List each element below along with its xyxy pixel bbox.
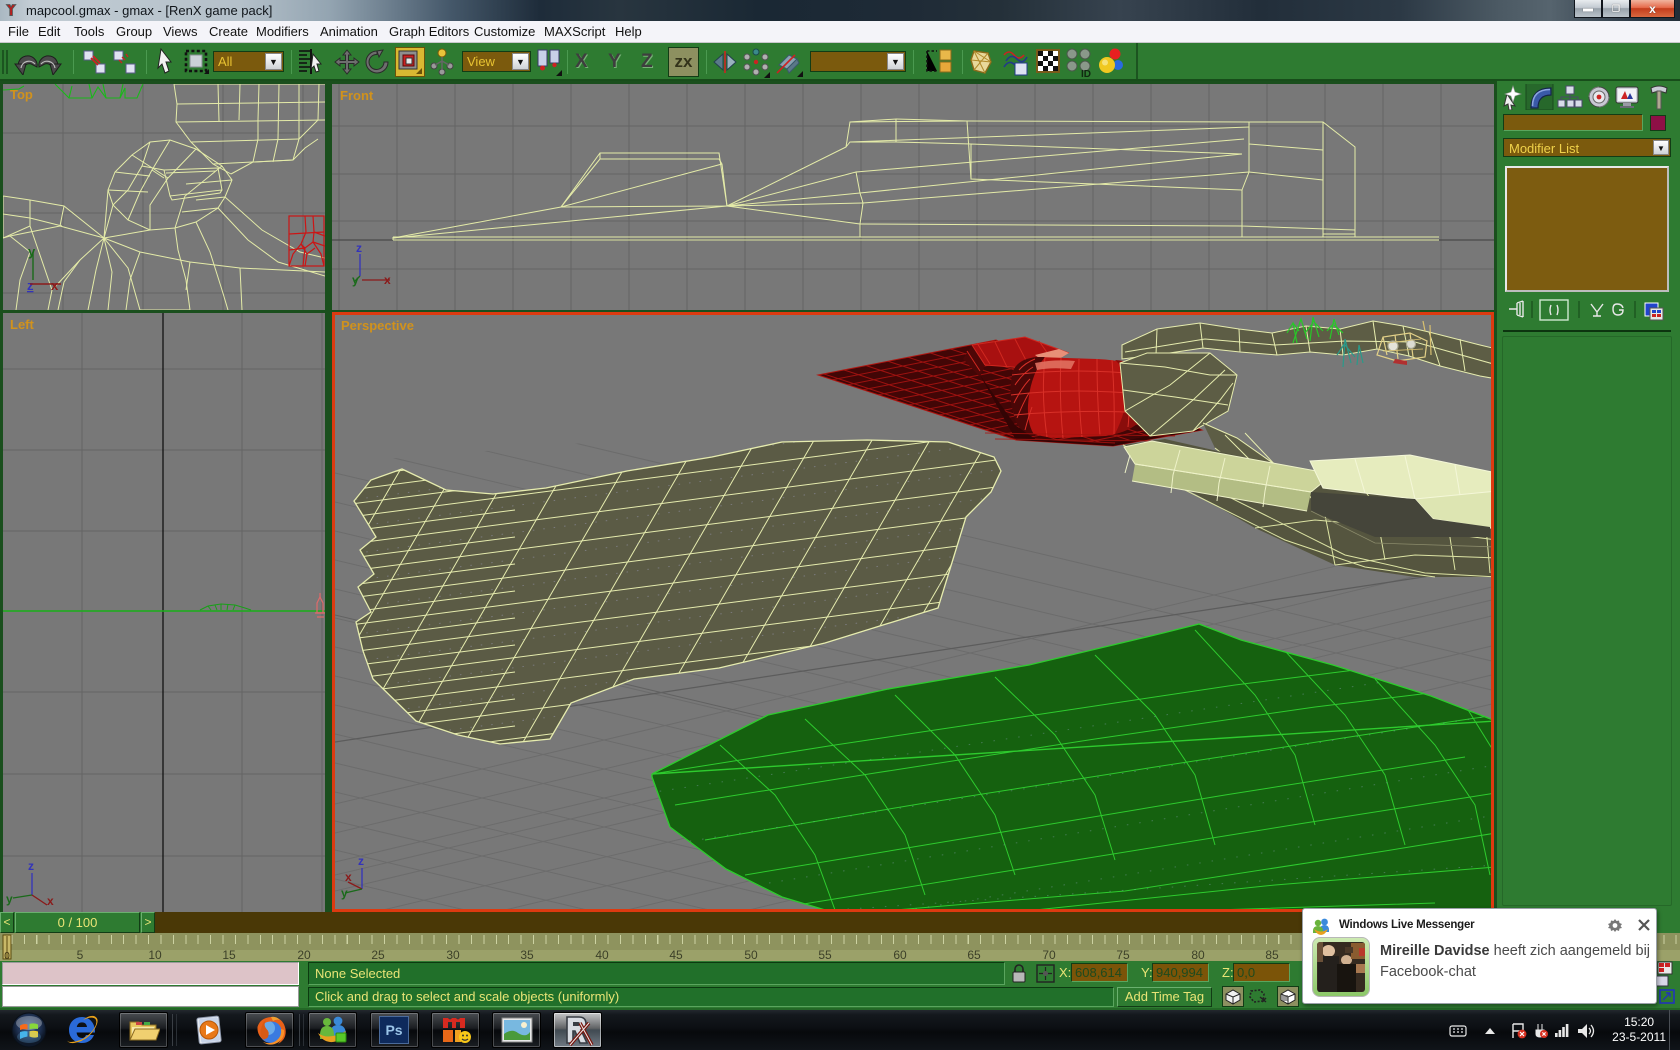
svg-text:10: 10 <box>148 948 162 961</box>
svg-text:65: 65 <box>967 948 981 961</box>
svg-text:20: 20 <box>297 948 311 961</box>
svg-text:ID: ID <box>1081 69 1091 78</box>
svg-text:55: 55 <box>818 948 832 961</box>
svg-text:z: z <box>27 278 34 293</box>
svg-text:5: 5 <box>77 948 84 961</box>
svg-text:z: z <box>356 241 362 255</box>
svg-text:0: 0 <box>4 951 10 961</box>
svg-text:70: 70 <box>1042 948 1056 961</box>
svg-text:z: z <box>358 854 364 868</box>
svg-text:35: 35 <box>520 948 534 961</box>
svg-text:z: z <box>28 859 34 873</box>
svg-text:x: x <box>47 894 54 908</box>
svg-text:50: 50 <box>744 948 758 961</box>
svg-text:85: 85 <box>1265 948 1279 961</box>
svg-text:x: x <box>51 278 59 293</box>
svg-text:30: 30 <box>446 948 460 961</box>
svg-text:75: 75 <box>1116 948 1130 961</box>
svg-text:Top: Top <box>10 87 33 102</box>
svg-text:25: 25 <box>371 948 385 961</box>
svg-text:Perspective: Perspective <box>341 318 414 333</box>
svg-text:Left: Left <box>10 317 35 332</box>
svg-text:y: y <box>28 244 36 259</box>
svg-text:60: 60 <box>893 948 907 961</box>
svg-text:Front: Front <box>340 88 374 103</box>
svg-text:45: 45 <box>669 948 683 961</box>
svg-text:15: 15 <box>222 948 236 961</box>
svg-text:40: 40 <box>595 948 609 961</box>
svg-text:80: 80 <box>1191 948 1205 961</box>
svg-text:y: y <box>6 892 13 906</box>
